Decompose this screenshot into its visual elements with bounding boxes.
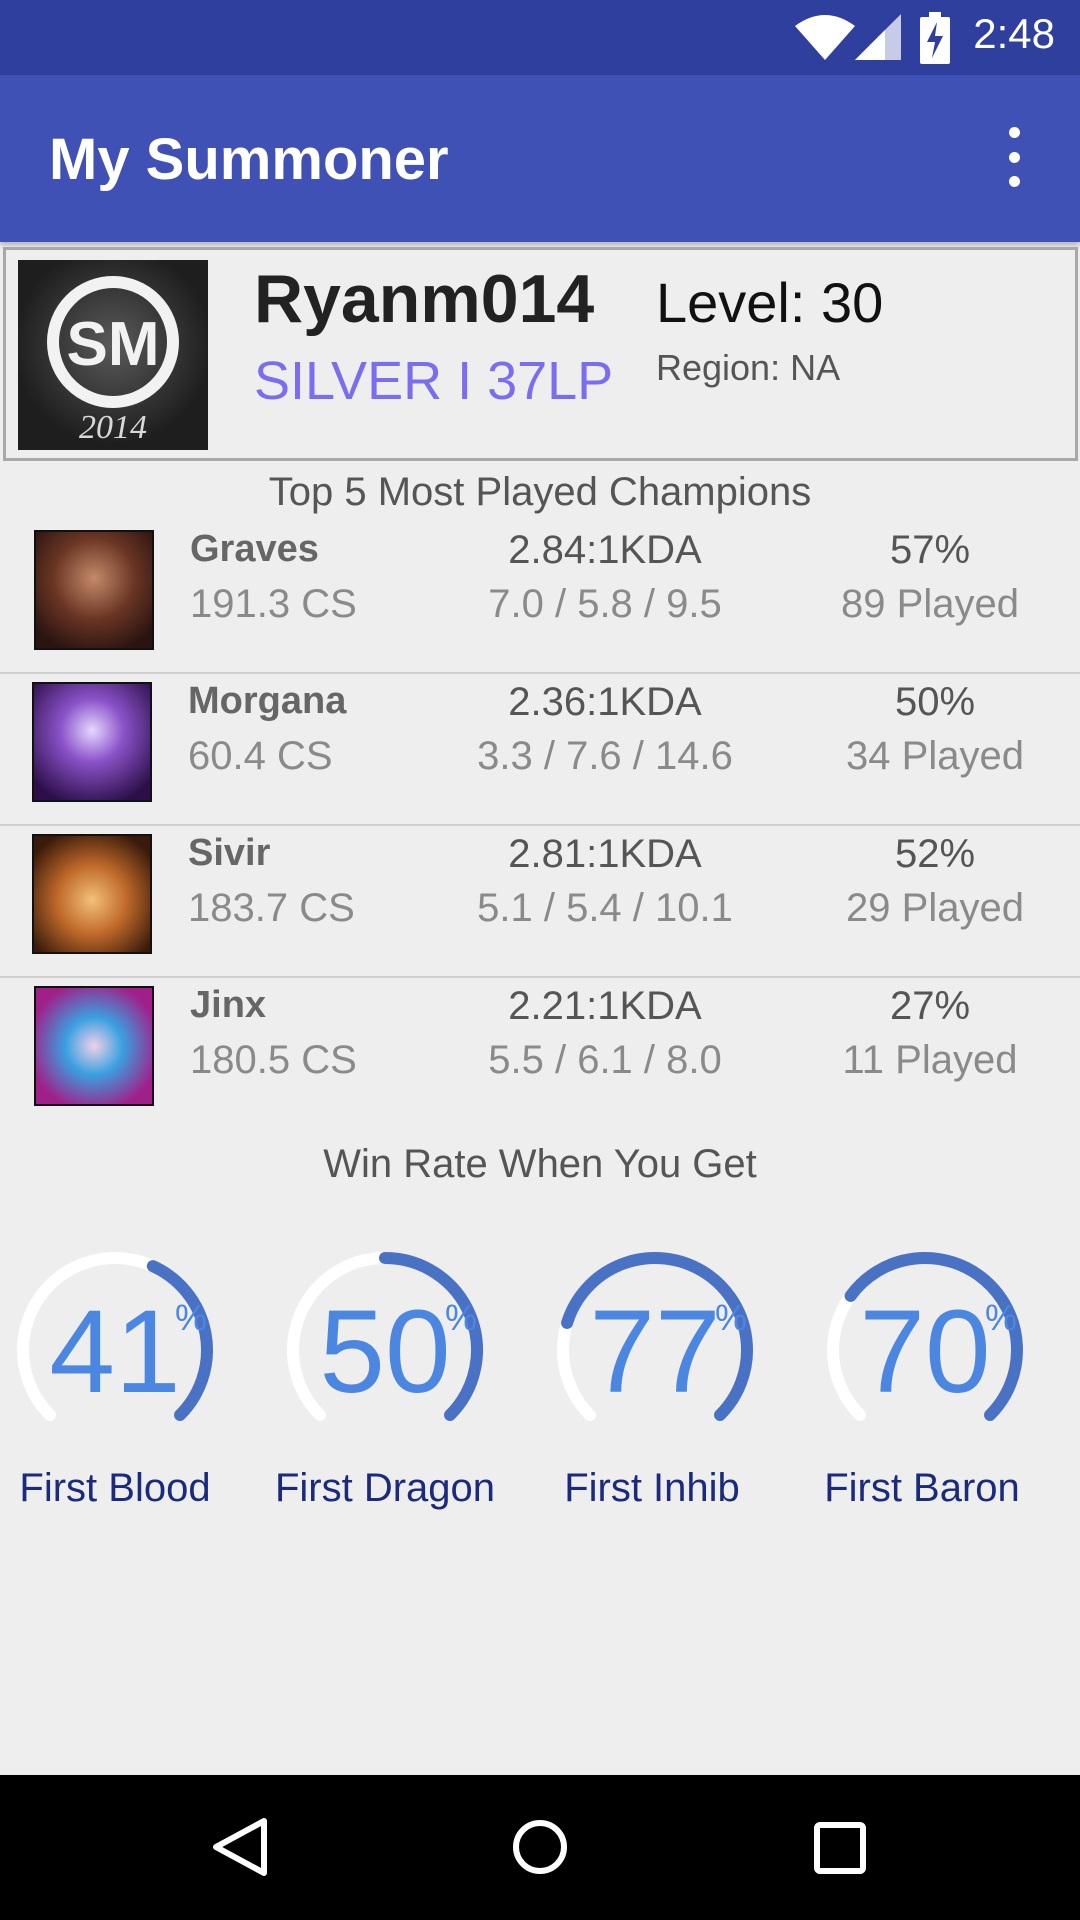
gauge-percent-sign: % [715,1297,748,1338]
gauge-first-blood: 41 % [0,1235,230,1465]
summoner-name: Ryanm014 [254,261,595,337]
summoner-level: Level: 30 [656,271,884,334]
champion-name: Sivir [188,832,271,874]
champion-row[interactable]: Graves 191.3 CS 2.84:1KDA 7.0 / 5.8 / 9.… [0,520,1080,674]
champion-winrate: 27% [889,984,971,1028]
champion-row[interactable]: Morgana 60.4 CS 2.36:1KDA 3.3 / 7.6 / 14… [0,672,1080,826]
more-vert-icon[interactable] [990,127,1038,187]
gauge-percent-sign: % [445,1297,478,1338]
sivir-portrait [32,834,152,954]
champion-kda: 2.21:1KDA [508,984,702,1028]
summoner-profile-icon: SM 2014 [18,260,208,450]
champion-name: Graves [190,528,319,570]
winrate-section-title: Win Rate When You Get [323,1142,757,1186]
summoner-region: Region: NA [656,347,841,388]
gauge-label: First Blood [19,1466,211,1510]
champion-played: 89 Played [841,582,1019,626]
svg-text:2014: 2014 [79,409,147,446]
champion-row[interactable]: Sivir 183.7 CS 2.81:1KDA 5.1 / 5.4 / 10.… [0,824,1080,978]
status-time: 2:48 [973,10,1055,57]
app-bar: My Summoner [0,75,1080,242]
champion-kda-detail: 5.5 / 6.1 / 8.0 [488,1038,722,1082]
gauge-label: First Dragon [274,1466,496,1510]
summoner-card: SM 2014 Ryanm014 SILVER I 37LP Level: 30… [3,247,1078,461]
champions-section-title: Top 5 Most Played Champions [268,470,812,514]
champion-winrate: 57% [889,528,971,572]
champion-played: 11 Played [842,1038,1018,1082]
back-icon[interactable] [210,1815,270,1879]
champion-cs: 180.5 CS [190,1038,357,1082]
summoner-rank: SILVER I 37LP [254,351,614,411]
gauge-percent-sign: % [175,1297,208,1338]
champion-winrate: 52% [894,832,976,876]
champion-winrate: 50% [894,680,976,724]
champion-kda: 2.81:1KDA [508,832,702,876]
signal-icon [855,14,901,60]
champion-row[interactable]: Jinx 180.5 CS 2.21:1KDA 5.5 / 6.1 / 8.0 … [0,976,1080,1128]
jinx-portrait [34,986,154,1106]
champion-cs: 183.7 CS [188,886,355,930]
champion-played: 29 Played [846,886,1024,930]
wifi-icon [795,15,855,60]
gauge-label: First Baron [824,1466,1020,1510]
champion-name: Morgana [188,680,347,722]
gauge-first-baron: 70 % [810,1235,1040,1465]
champion-kda-detail: 3.3 / 7.6 / 14.6 [477,734,733,778]
champion-kda: 2.36:1KDA [508,680,702,724]
gauge-first-dragon: 50 % [270,1235,500,1465]
champion-kda-detail: 5.1 / 5.4 / 10.1 [477,886,733,930]
champion-cs: 191.3 CS [190,582,357,626]
status-bar: 2:48 [0,0,1080,75]
morgana-portrait [32,682,152,802]
battery-charging-icon [920,12,950,64]
gauge-percent-sign: % [985,1297,1018,1338]
champion-kda: 2.84:1KDA [508,528,702,572]
champion-name: Jinx [190,984,267,1026]
svg-text:SM: SM [67,310,160,379]
graves-portrait [34,530,154,650]
gauge-label: First Inhib [564,1466,740,1510]
tsm-logo-icon: SM 2014 [47,276,179,446]
champion-played: 34 Played [846,734,1024,778]
app-title: My Summoner [49,127,449,192]
gauge-first-inhib: 77 % [540,1235,770,1465]
recents-icon[interactable] [812,1820,868,1876]
home-icon[interactable] [510,1815,570,1879]
champion-kda-detail: 7.0 / 5.8 / 9.5 [488,582,722,626]
navigation-bar [0,1775,1080,1920]
champion-cs: 60.4 CS [188,734,333,778]
